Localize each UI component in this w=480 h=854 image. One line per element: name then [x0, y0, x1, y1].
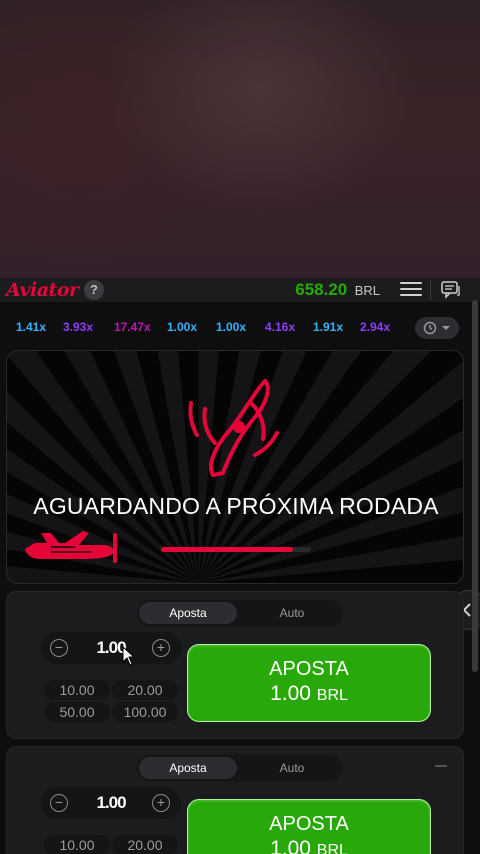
tab-auto[interactable]: Auto — [243, 602, 341, 624]
bet-mode-tabs: Aposta Auto — [137, 600, 343, 626]
bet-amount-stepper: − 1.00 + — [41, 632, 181, 664]
propeller-loader-icon — [188, 379, 279, 477]
bet-button-amount: 1.00 BRL — [270, 837, 348, 854]
increase-bet-button[interactable]: + — [152, 639, 170, 657]
scrollbar[interactable] — [472, 300, 478, 672]
decrease-bet-button[interactable]: − — [50, 794, 68, 812]
balance-amount: 658.20 — [295, 280, 348, 299]
round-progress-fill — [161, 547, 293, 552]
place-bet-button[interactable]: APOSTA 1.00 BRL — [187, 644, 431, 722]
history-item[interactable]: 17.47x — [114, 320, 151, 334]
history-item[interactable]: 3.93x — [63, 320, 93, 334]
balance-currency: BRL — [354, 283, 380, 298]
bet-mode-tabs: Aposta Auto — [137, 755, 343, 781]
header-divider — [430, 280, 431, 300]
multiplier-history: 1.41x 3.93x 17.47x 1.00x 1.00x 4.16x 1.9… — [0, 314, 480, 342]
quick-bet-button[interactable]: 20.00 — [112, 680, 178, 700]
bet-panel-2: Aposta Auto − 1.00 + 10.00 20.00 APOSTA … — [6, 746, 464, 854]
tab-aposta[interactable]: Aposta — [139, 757, 237, 779]
bet-button-amount: 1.00 BRL — [270, 682, 348, 705]
game-header: Aviator ? 658.20 BRL — [0, 278, 480, 302]
help-button[interactable]: ? — [84, 280, 104, 300]
video-background — [0, 0, 480, 278]
quick-bet-button[interactable]: 10.00 — [44, 835, 110, 854]
history-item[interactable]: 1.41x — [16, 320, 46, 334]
quick-bet-button[interactable]: 100.00 — [112, 702, 178, 722]
chevron-down-icon — [442, 326, 450, 330]
waiting-status-text: AGUARDANDO A PRÓXIMA RODADA — [33, 493, 439, 519]
tab-auto[interactable]: Auto — [243, 757, 341, 779]
chat-icon[interactable] — [440, 280, 462, 300]
history-toggle-button[interactable] — [415, 317, 459, 339]
remove-panel-button[interactable] — [435, 765, 447, 767]
round-progress-bar — [161, 547, 311, 552]
history-item[interactable]: 4.16x — [265, 320, 295, 334]
mouse-cursor-icon — [122, 646, 136, 666]
history-item[interactable]: 1.00x — [216, 320, 246, 334]
tab-aposta[interactable]: Aposta — [139, 602, 237, 624]
game-canvas: AGUARDANDO A PRÓXIMA RODADA — [6, 350, 464, 584]
quick-bet-button[interactable]: 50.00 — [44, 702, 110, 722]
airplane-icon — [25, 531, 117, 563]
bet-amount-input[interactable]: 1.00 — [81, 793, 141, 813]
history-item[interactable]: 2.94x — [360, 320, 390, 334]
hamburger-menu-icon[interactable] — [400, 282, 422, 298]
place-bet-button[interactable]: APOSTA 1.00 BRL — [187, 799, 431, 854]
history-icon — [423, 321, 437, 335]
bet-button-label: APOSTA — [269, 658, 349, 680]
quick-bet-button[interactable]: 20.00 — [112, 835, 178, 854]
balance-display: 658.20 BRL — [295, 278, 380, 302]
history-item[interactable]: 1.91x — [313, 320, 343, 334]
decrease-bet-button[interactable]: − — [50, 639, 68, 657]
aviator-logo: Aviator — [6, 279, 79, 301]
bet-button-label: APOSTA — [269, 813, 349, 835]
increase-bet-button[interactable]: + — [152, 794, 170, 812]
quick-bet-button[interactable]: 10.00 — [44, 680, 110, 700]
bet-panel-1: Aposta Auto − 1.00 + 10.00 20.00 50.00 1… — [6, 591, 464, 739]
bet-amount-stepper: − 1.00 + — [41, 787, 181, 819]
history-item[interactable]: 1.00x — [167, 320, 197, 334]
